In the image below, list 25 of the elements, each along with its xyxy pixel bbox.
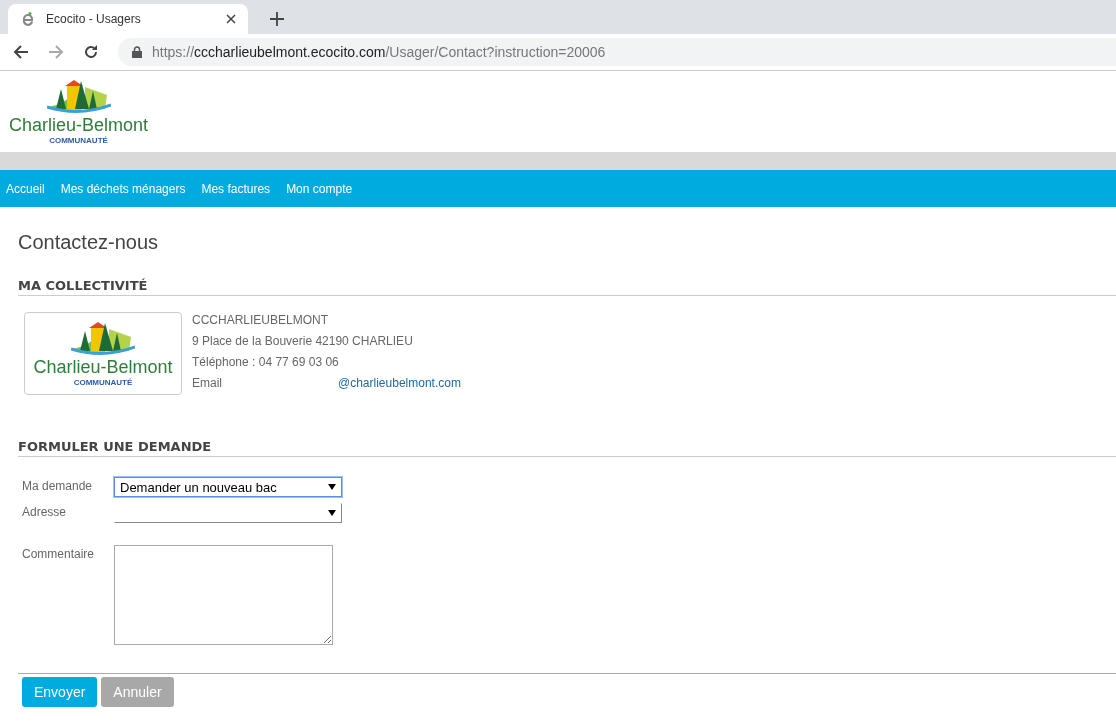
nav-link[interactable]: Accueil	[6, 181, 45, 196]
nav-link[interactable]: Mes factures	[201, 181, 271, 196]
organization-name: CCCHARLIEUBELMONT	[192, 312, 330, 329]
nav-link[interactable]: Mes déchets ménagers	[60, 181, 186, 196]
cancel-button[interactable]: Annuler	[101, 677, 174, 707]
logo-name: Charlieu-Belmont	[33, 356, 173, 377]
submit-button[interactable]: Envoyer	[22, 677, 98, 707]
page-title: Contactez-nous	[18, 231, 160, 254]
address-bar[interactable]: https://cccharlieubelmont.ecocito.com/Usager/Contact?instruction=20006	[118, 38, 1116, 66]
logo-subtitle: COMMUNAUTÉ	[73, 377, 133, 387]
nav-link[interactable]: Mon compte	[286, 181, 353, 196]
logo-name: Charlieu-Belmont	[9, 114, 149, 135]
browser-tab[interactable]: Ecocito - Usagers	[8, 4, 248, 34]
dropdown-field[interactable]: Demander un nouveau bac	[114, 477, 342, 497]
field-label: Commentaire	[22, 546, 96, 561]
url-text: https://cccharlieubelmont.ecocito.com/Usager/Contact?instruction=20006	[152, 44, 606, 60]
section-heading: MA COLLECTIVITÉ	[18, 278, 1116, 296]
field-label: Adresse	[22, 504, 68, 519]
address-text: 9 Place de la Bouverie 42190 CHARLIEU	[192, 333, 414, 350]
section-heading: FORMULER UNE DEMANDE	[18, 439, 1116, 457]
phone-text: Téléphone : 04 77 69 03 06	[192, 354, 340, 371]
logo-subtitle: COMMUNAUTÉ	[49, 135, 108, 145]
email-link[interactable]: @charlieubelmont.com	[338, 373, 461, 394]
field-label: Ma demande	[22, 478, 94, 493]
email-label: Email	[192, 375, 223, 392]
